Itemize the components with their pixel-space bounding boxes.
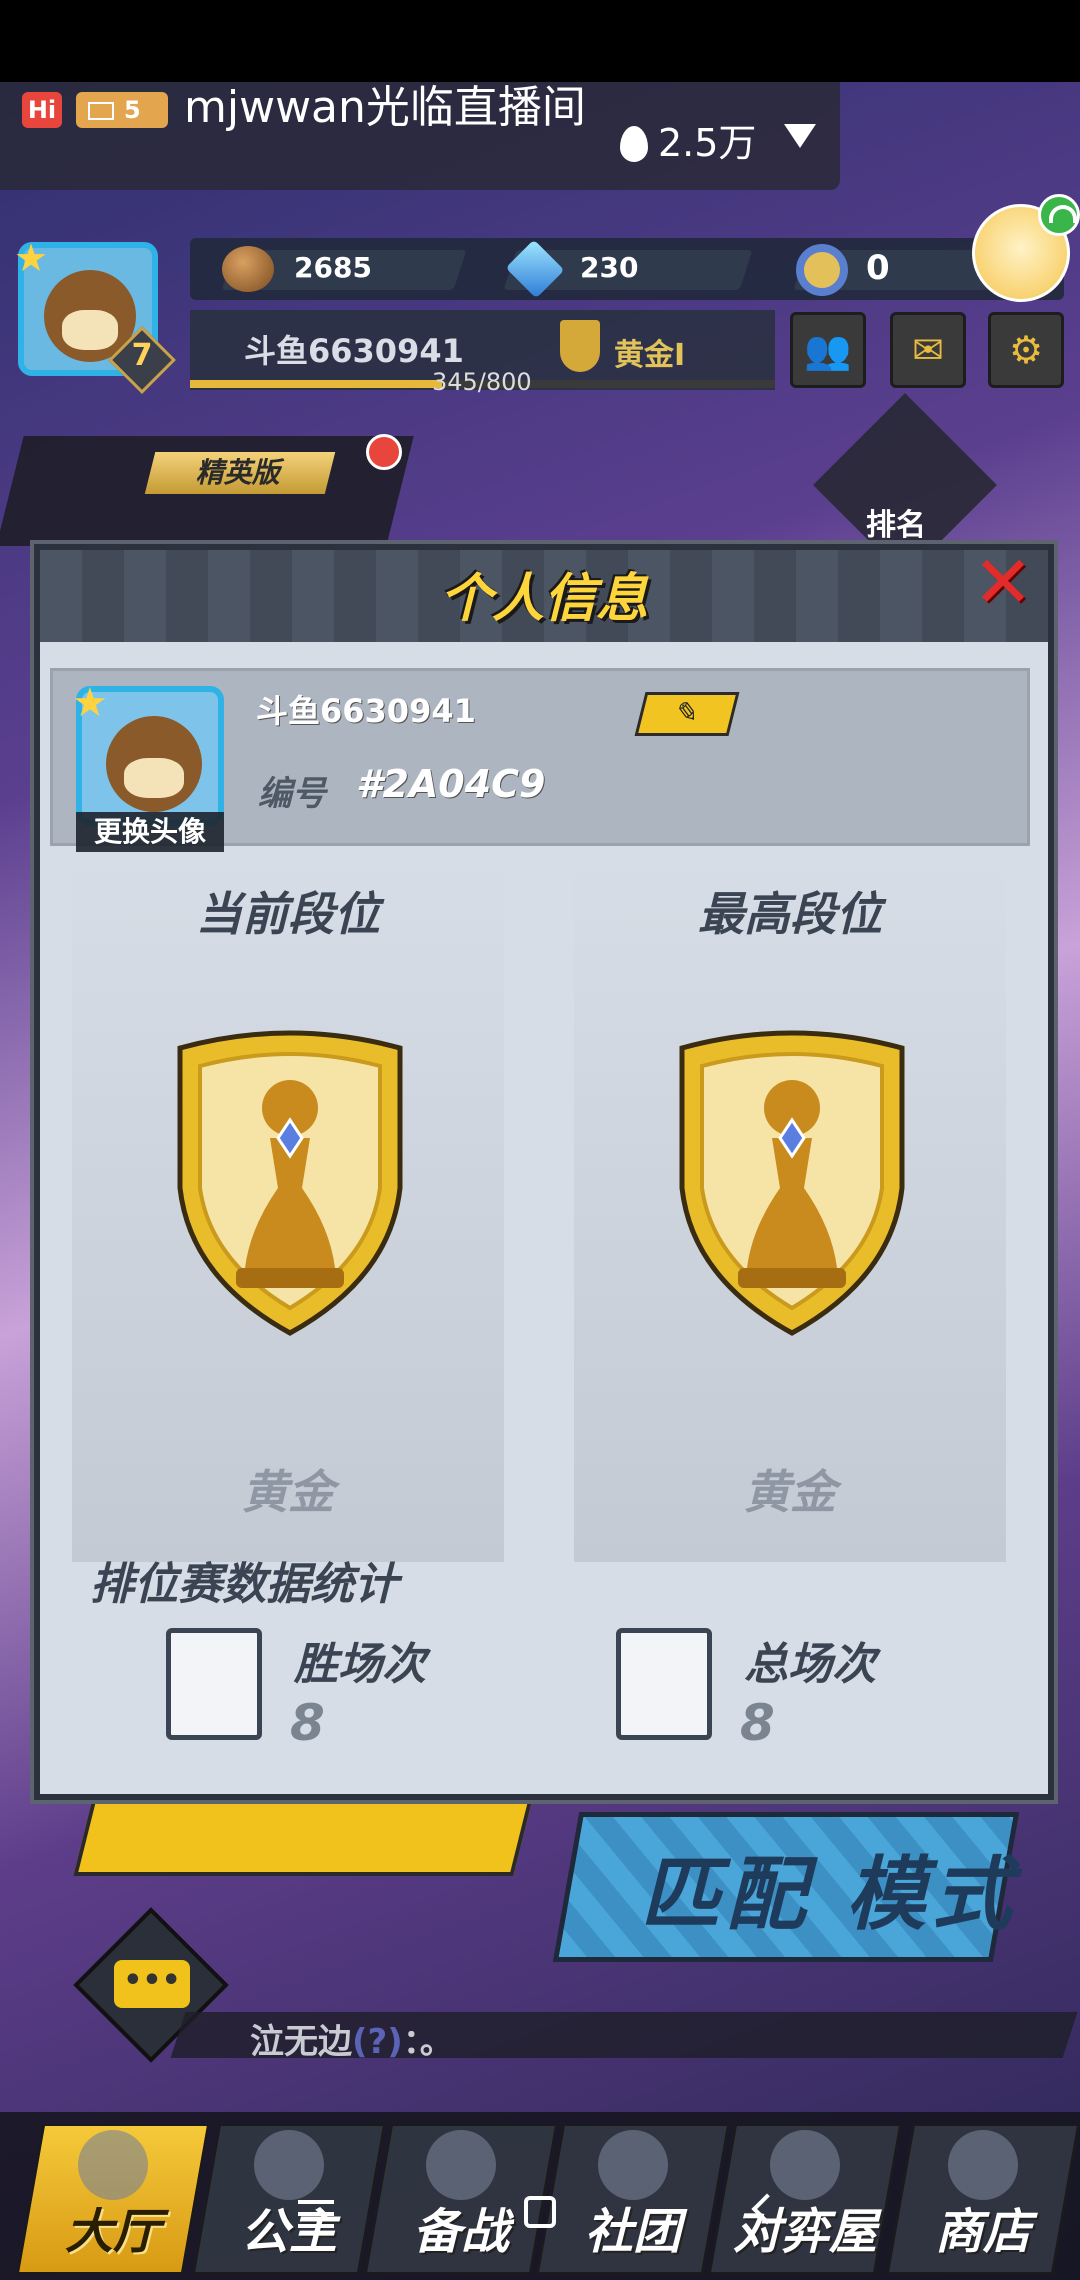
- current-rank-name: 黄金: [242, 1465, 334, 1519]
- nav-label: 对弈屋: [732, 2204, 877, 2260]
- status-bar: [0, 0, 1080, 82]
- total-value: 8: [740, 1694, 775, 1752]
- settings-button[interactable]: ⚙: [988, 312, 1064, 388]
- chat-sender: 泣无边: [250, 2022, 352, 2062]
- wins-value: 8: [290, 1694, 325, 1752]
- xp-bar-fill: [190, 380, 442, 388]
- gear-icon: ⚙: [1008, 328, 1044, 372]
- chat-message: 泣无边(?)：。: [250, 2014, 454, 2063]
- friends-button[interactable]: 👥: [790, 312, 866, 388]
- highest-rank-title: 最高段位: [698, 887, 882, 941]
- id-value: #2A04C9: [356, 762, 546, 806]
- star-icon: ★: [14, 236, 49, 280]
- envelope-icon: [88, 102, 114, 120]
- coin-count: 2685: [294, 251, 372, 284]
- star-icon: ★: [72, 680, 108, 726]
- dropdown-caret-icon[interactable]: [784, 124, 816, 148]
- mail-icon: ✉: [912, 328, 944, 372]
- ranking-label: 排名: [866, 508, 926, 543]
- nav-label: 社团: [584, 2204, 681, 2260]
- nav-label: 商店: [934, 2204, 1031, 2260]
- princess-icon: [254, 2130, 324, 2200]
- lion-avatar-icon: [106, 716, 202, 812]
- gold-rank-shield-icon: [177, 1030, 403, 1336]
- profile-name: 斗鱼6630941: [256, 692, 476, 730]
- match-mode-label: 匹配 模式: [640, 1848, 1018, 1941]
- home-icon[interactable]: [524, 2196, 556, 2228]
- notebook-icon: [616, 1628, 712, 1740]
- coin-icon: [222, 246, 274, 292]
- close-icon: ✕: [972, 540, 1034, 624]
- pencil-icon: ✎: [671, 696, 704, 729]
- chess-icon: [426, 2130, 496, 2200]
- notification-dot: [366, 434, 402, 470]
- highest-rank-name: 黄金: [744, 1465, 836, 1519]
- heat-counter: 2.5万: [620, 112, 756, 167]
- fan-level-badge: 5: [76, 92, 168, 128]
- player-level: 7: [131, 338, 153, 373]
- wins-label: 胜场次: [294, 1639, 426, 1690]
- edit-name-button[interactable]: ✎: [634, 692, 740, 736]
- castle-icon: [598, 2130, 668, 2200]
- ranked-stats-title: 排位赛数据统计: [90, 1559, 398, 1610]
- ranked-mode-button[interactable]: [73, 1790, 535, 1876]
- heat-value: 2.5万: [658, 121, 757, 165]
- token-icon: [796, 244, 848, 296]
- chat-question-mark: (?): [352, 2022, 403, 2062]
- wifi-icon: [1038, 194, 1080, 236]
- coin-icon: [770, 2130, 840, 2200]
- nav-label: 公主: [240, 2204, 337, 2260]
- swords-icon: [78, 2130, 148, 2200]
- token-count: 0: [866, 248, 890, 288]
- nav-label: 大厅: [64, 2204, 161, 2260]
- hi-badge: Hi: [22, 92, 62, 128]
- rank-short: 黄金I: [614, 338, 686, 373]
- player-name: 斗鱼6630941: [244, 332, 464, 370]
- elite-label: 精英版: [144, 452, 336, 494]
- chat-text: ：。: [402, 2022, 454, 2062]
- rook-notebook-icon: [166, 1628, 262, 1740]
- change-avatar-button[interactable]: 更换头像: [76, 812, 224, 852]
- shop-icon: [948, 2130, 1018, 2200]
- xp-text: 345/800: [432, 368, 532, 396]
- flame-icon: [620, 126, 648, 162]
- rank-shield-icon: [560, 320, 600, 372]
- chat-bubble-icon: •••: [114, 1960, 190, 2008]
- mail-button[interactable]: ✉: [890, 312, 966, 388]
- live-room-name: mjwwan光临直播间: [184, 82, 586, 133]
- current-rank-title: 当前段位: [196, 887, 380, 941]
- id-label: 编号: [258, 774, 326, 814]
- nav-label: 备战: [412, 2204, 509, 2260]
- menu-icon[interactable]: [298, 2200, 334, 2228]
- close-button[interactable]: ✕: [970, 546, 1036, 618]
- friends-icon: 👥: [804, 328, 852, 372]
- total-label: 总场次: [744, 1639, 876, 1690]
- fan-level-text: 5: [124, 96, 141, 124]
- gem-count: 230: [580, 251, 639, 284]
- modal-title: 个人信息: [439, 569, 648, 629]
- gold-rank-shield-icon: [679, 1030, 905, 1336]
